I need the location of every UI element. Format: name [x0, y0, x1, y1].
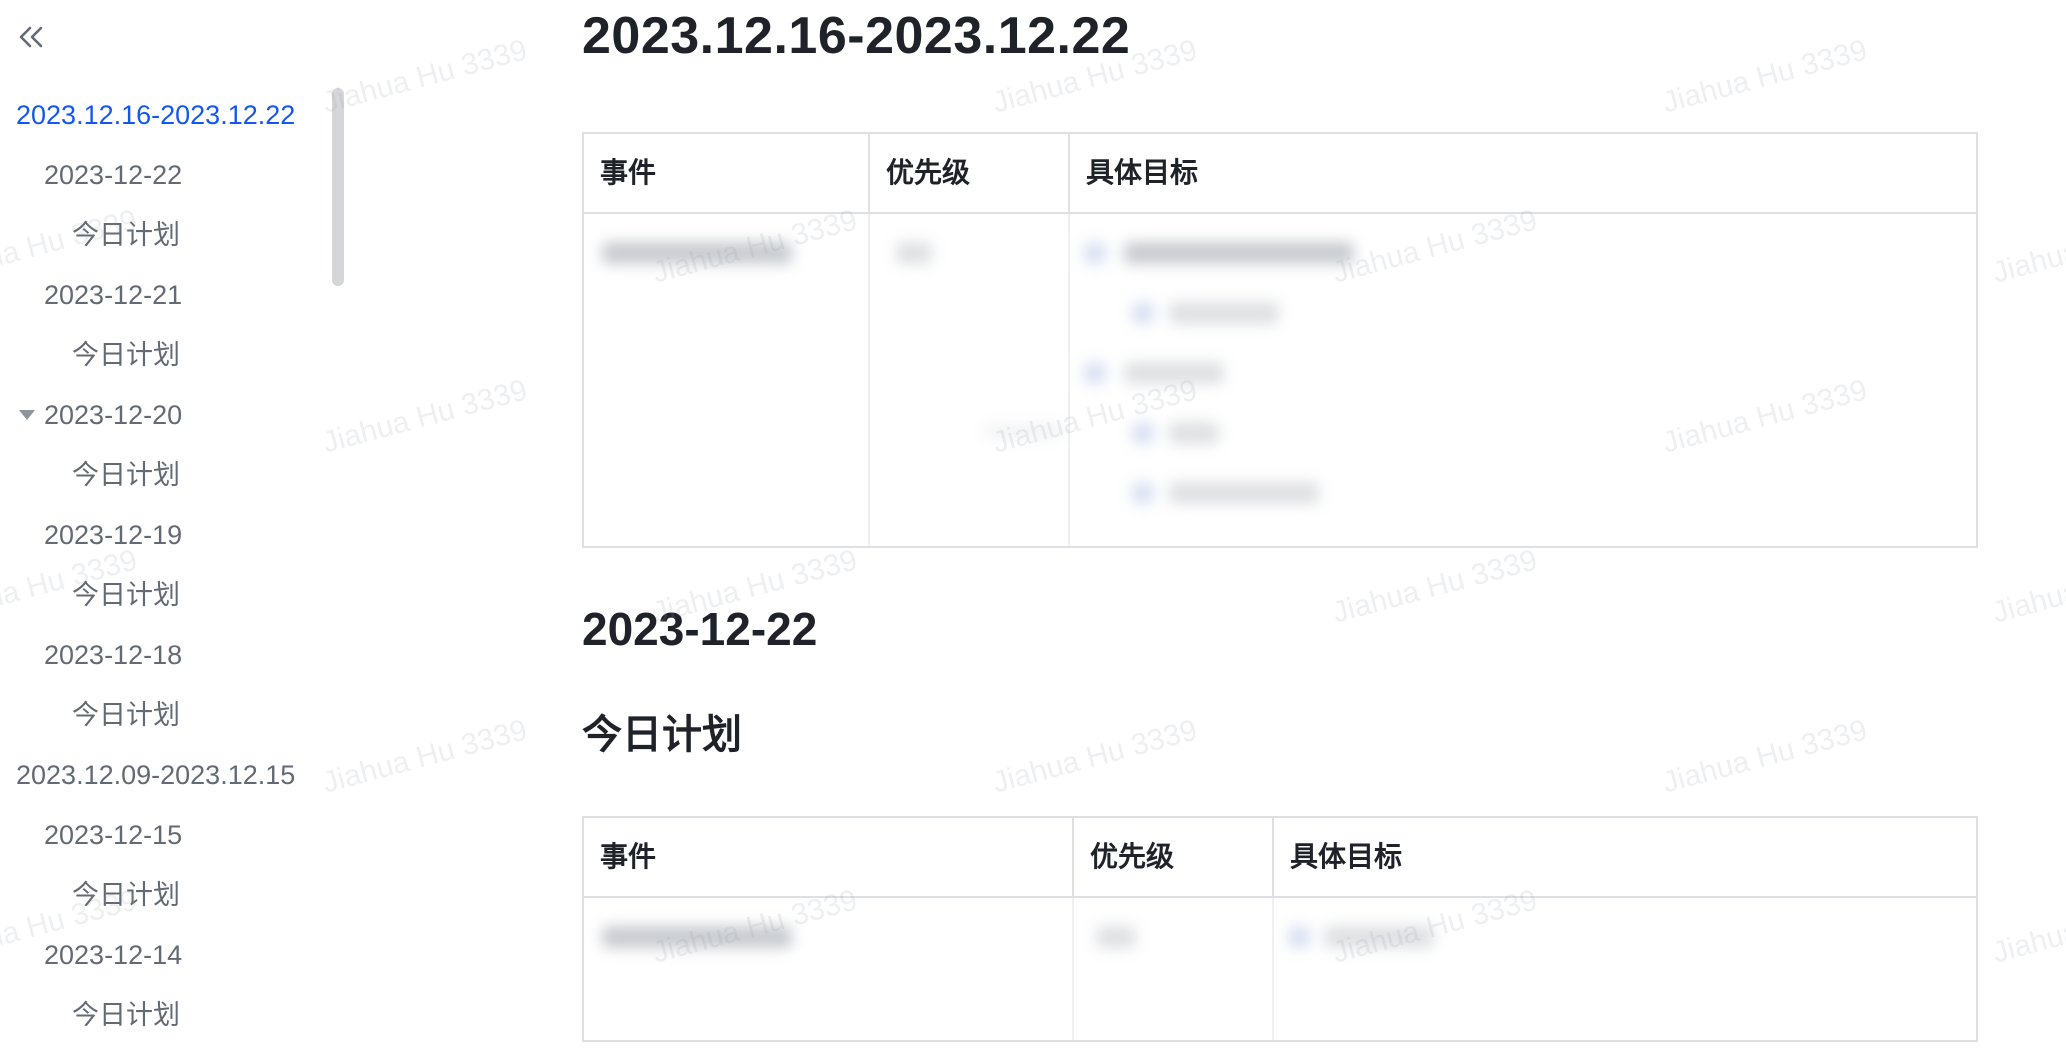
- redacted-table-content: [584, 214, 1684, 544]
- outline-item-2023-12-22[interactable]: 2023-12-22: [0, 150, 340, 210]
- watermark: Jiahua Hu 3339: [1989, 883, 2066, 970]
- outline-item-plan[interactable]: 今日计划: [0, 210, 340, 270]
- outline-item-label: 今日计划: [72, 1000, 180, 1030]
- outline-item-plan[interactable]: 今日计划: [0, 990, 340, 1048]
- collapse-outline-button[interactable]: [14, 22, 48, 56]
- outline-item-label: 今日计划: [72, 340, 180, 370]
- table-header-row: 事件 优先级 具体目标: [584, 818, 1976, 898]
- column-header-goal: 具体目标: [1068, 134, 1976, 212]
- outline-item-label: 今日计划: [72, 580, 180, 610]
- outline-item-2023-12-15[interactable]: 2023-12-15: [0, 810, 340, 870]
- outline-item-plan[interactable]: 今日计划: [0, 450, 340, 510]
- redacted-table-content: [584, 898, 1744, 1038]
- outline-item-week-2023-12-09[interactable]: 2023.12.09-2023.12.15: [0, 750, 340, 810]
- column-header-event: 事件: [600, 157, 657, 188]
- outline-item-week-2023-12-16[interactable]: 2023.12.16-2023.12.22: [0, 90, 340, 150]
- outline-item-2023-12-21[interactable]: 2023-12-21: [0, 270, 340, 330]
- outline-item-label: 今日计划: [72, 700, 180, 730]
- plan-heading: 今日计划: [582, 713, 742, 757]
- watermark: Jiahua Hu 3339: [319, 713, 531, 800]
- week-goals-table[interactable]: 事件 优先级 具体目标: [582, 132, 1978, 548]
- outline-item-label: 2023-12-19: [44, 520, 183, 550]
- document-page: 2023.12.16-2023.12.22 2023-12-22 今日计划 20…: [0, 0, 2066, 1048]
- column-header-event: 事件: [600, 841, 657, 872]
- watermark: Jiahua Hu 3339: [1989, 203, 2066, 290]
- outline-item-label: 2023-12-21: [44, 280, 183, 310]
- outline-item-2023-12-14[interactable]: 2023-12-14: [0, 930, 340, 990]
- outline-item-label: 2023-12-18: [44, 640, 183, 670]
- outline-item-plan[interactable]: 今日计划: [0, 570, 340, 630]
- watermark: Jiahua Hu 3339: [319, 33, 531, 120]
- outline-item-plan[interactable]: 今日计划: [0, 690, 340, 750]
- outline-item-2023-12-18[interactable]: 2023-12-18: [0, 630, 340, 690]
- watermark: Jiahua Hu 3339: [1989, 543, 2066, 630]
- outline-item-label: 今日计划: [72, 460, 180, 490]
- outline-item-label: 2023.12.16-2023.12.22: [16, 100, 296, 130]
- outline-item-2023-12-20[interactable]: 2023-12-20: [0, 390, 340, 450]
- day-heading: 2023-12-22: [582, 603, 818, 655]
- outline-list: 2023.12.16-2023.12.22 2023-12-22 今日计划 20…: [0, 90, 340, 1048]
- outline-sidebar: 2023.12.16-2023.12.22 2023-12-22 今日计划 20…: [0, 0, 350, 1048]
- caret-down-icon[interactable]: [19, 410, 35, 420]
- outline-item-label: 2023-12-14: [44, 940, 183, 970]
- document-content: 2023.12.16-2023.12.22 事件 优先级 具体目标 2023-1…: [582, 0, 1982, 1048]
- daily-plan-table[interactable]: 事件 优先级 具体目标: [582, 816, 1978, 1042]
- table-header-row: 事件 优先级 具体目标: [584, 134, 1976, 214]
- outline-item-2023-12-19[interactable]: 2023-12-19: [0, 510, 340, 570]
- watermark: Jiahua Hu 3339: [319, 373, 531, 460]
- column-header-priority: 优先级: [868, 134, 1068, 212]
- double-chevron-left-icon: [16, 22, 46, 57]
- outline-item-plan[interactable]: 今日计划: [0, 330, 340, 390]
- outline-item-label: 2023-12-22: [44, 160, 183, 190]
- outline-item-label: 2023.12.09-2023.12.15: [16, 760, 296, 790]
- outline-scrollbar[interactable]: [332, 88, 344, 286]
- week-heading: 2023.12.16-2023.12.22: [582, 7, 1131, 65]
- column-header-goal: 具体目标: [1272, 818, 1976, 896]
- outline-item-label: 今日计划: [72, 220, 180, 250]
- outline-item-plan[interactable]: 今日计划: [0, 870, 340, 930]
- outline-item-label: 今日计划: [72, 880, 180, 910]
- outline-item-label: 2023-12-15: [44, 820, 183, 850]
- outline-item-label: 2023-12-20: [44, 400, 183, 430]
- column-header-priority: 优先级: [1072, 818, 1272, 896]
